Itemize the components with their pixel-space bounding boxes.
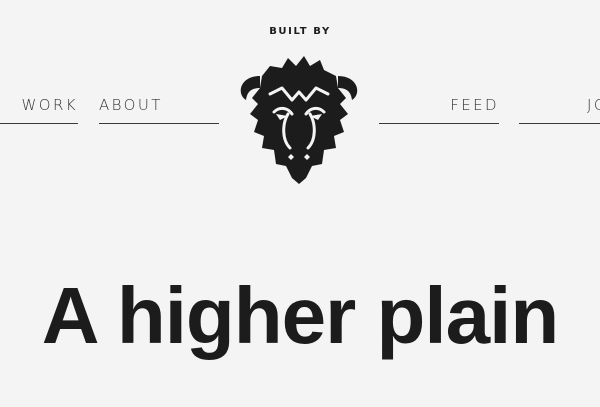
nav-link-about[interactable]: ABOUT (99, 95, 219, 124)
nav-link-join[interactable]: JOIN (519, 95, 600, 124)
bison-logo-icon[interactable] (236, 54, 362, 186)
built-by-label: BUILT BY (269, 26, 331, 37)
hero-headline: A higher plain (41, 271, 559, 360)
nav-link-work[interactable]: WORK (0, 95, 78, 124)
nav-link-feed[interactable]: FEED (379, 95, 499, 124)
